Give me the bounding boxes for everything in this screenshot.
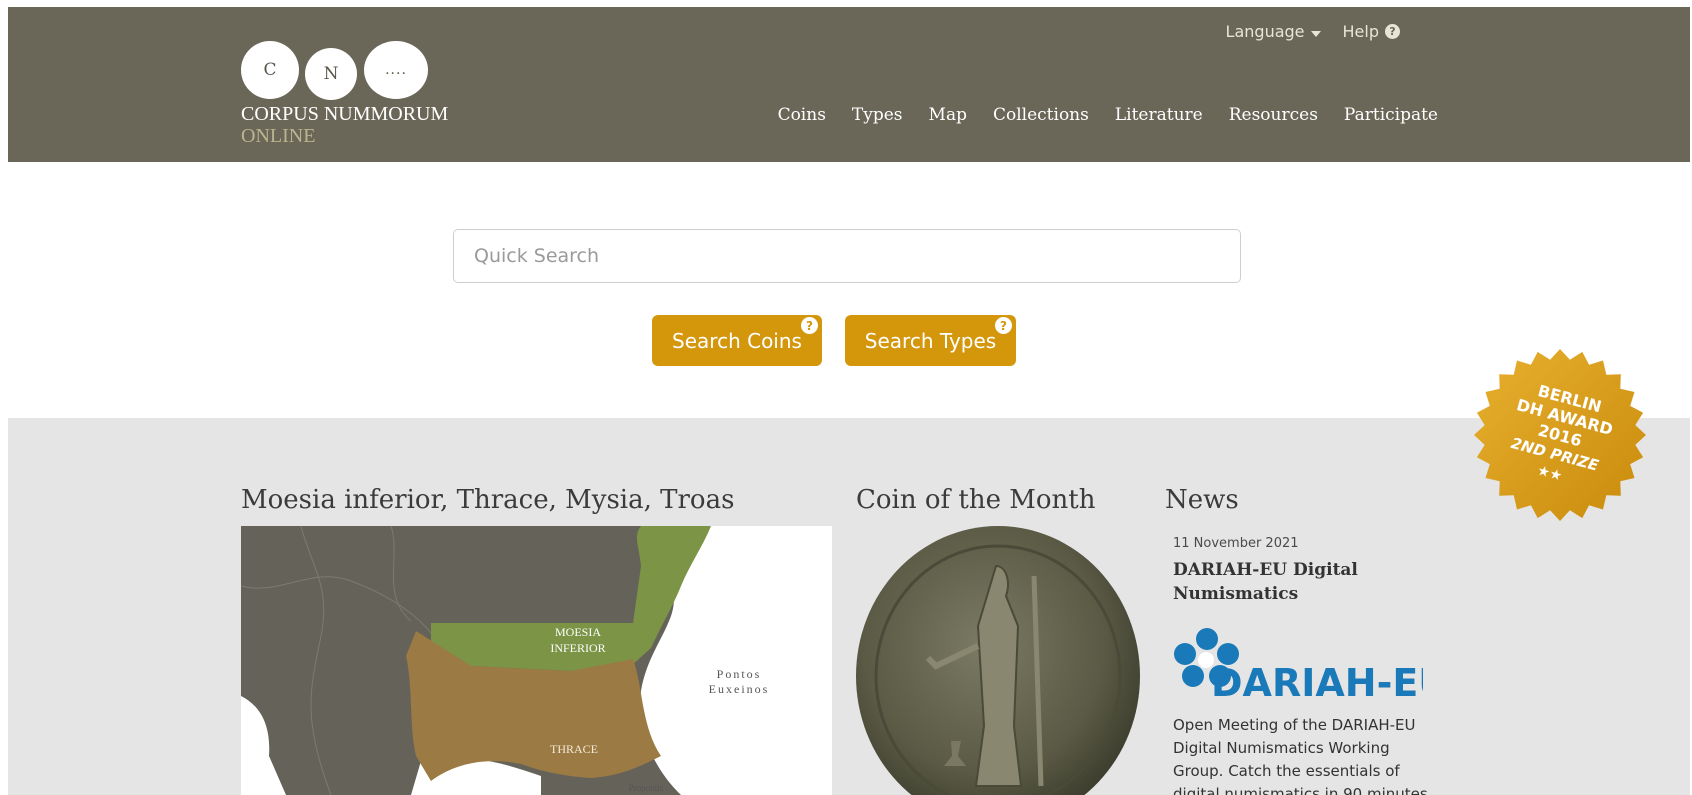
- question-circle-icon: ?: [1385, 24, 1400, 39]
- dh-award-badge[interactable]: BERLIN DH AWARD 2016 2ND PRIZE ★★: [1470, 345, 1650, 525]
- utility-links: Language Help ?: [1226, 22, 1400, 41]
- search-coins-label: Search Coins: [672, 328, 802, 353]
- search-types-button[interactable]: Search Types ?: [845, 315, 1016, 366]
- nav-collections[interactable]: Collections: [993, 105, 1089, 125]
- dariah-eu-logo[interactable]: DARIAH-EU: [1173, 624, 1449, 705]
- dariah-logo-text: DARIAH-EU: [1211, 661, 1423, 704]
- news-date: 11 November 2021: [1173, 536, 1299, 551]
- news-title[interactable]: News: [1165, 485, 1239, 515]
- nav-coins[interactable]: Coins: [778, 105, 826, 125]
- search-coins-button[interactable]: Search Coins ?: [652, 315, 822, 366]
- main-nav: Coins Types Map Collections Literature R…: [778, 105, 1438, 125]
- map-label-moesia-1: MOESIA: [555, 625, 601, 639]
- language-dropdown[interactable]: Language: [1226, 22, 1321, 41]
- quick-search-input[interactable]: [453, 229, 1241, 283]
- language-label: Language: [1225, 22, 1305, 41]
- nav-resources[interactable]: Resources: [1229, 105, 1318, 125]
- logo-title[interactable]: CORPUS NUMMORUM: [241, 103, 448, 125]
- nav-participate[interactable]: Participate: [1344, 105, 1438, 125]
- nav-map[interactable]: Map: [929, 105, 967, 125]
- news-item-text: Open Meeting of the DARIAH-EU Digital Nu…: [1173, 716, 1428, 795]
- logo-circle-c: C: [241, 41, 299, 99]
- map-label-propontis: Propontis: [629, 783, 664, 793]
- search-types-label: Search Types: [864, 328, 997, 353]
- site-header: C N .... CORPUS NUMMORUM ONLINE Language…: [8, 7, 1690, 162]
- coin-of-month-title[interactable]: Coin of the Month: [856, 485, 1095, 515]
- region-map[interactable]: MOESIA INFERIOR Pontos Euxeinos THRACE P…: [241, 526, 832, 795]
- nav-literature[interactable]: Literature: [1115, 105, 1203, 125]
- map-label-pontos-1: Pontos: [717, 667, 762, 681]
- map-label-moesia-2: INFERIOR: [550, 641, 605, 655]
- map-label-pontos-2: Euxeinos: [709, 682, 770, 696]
- help-label: Help: [1342, 22, 1379, 41]
- logo-circle-dots: ....: [364, 41, 428, 99]
- caret-down-icon: [1310, 30, 1321, 37]
- nav-types[interactable]: Types: [852, 105, 903, 125]
- logo-subtitle[interactable]: ONLINE: [241, 125, 315, 147]
- coin-of-month-image[interactable]: [856, 526, 1141, 795]
- map-label-thrace: THRACE: [550, 742, 598, 756]
- logo-circle-n: N: [305, 48, 357, 100]
- map-section-title[interactable]: Moesia inferior, Thrace, Mysia, Troas: [241, 485, 734, 515]
- news-item-title[interactable]: DARIAH-EU Digital Numismatics: [1173, 558, 1373, 606]
- help-link[interactable]: Help ?: [1343, 22, 1400, 41]
- logo-circles: C N ....: [241, 34, 441, 100]
- site-logo[interactable]: C N ....: [241, 34, 441, 100]
- question-circle-icon[interactable]: ?: [995, 317, 1012, 334]
- content-band: Moesia inferior, Thrace, Mysia, Troas Co…: [8, 418, 1690, 795]
- question-circle-icon[interactable]: ?: [801, 317, 818, 334]
